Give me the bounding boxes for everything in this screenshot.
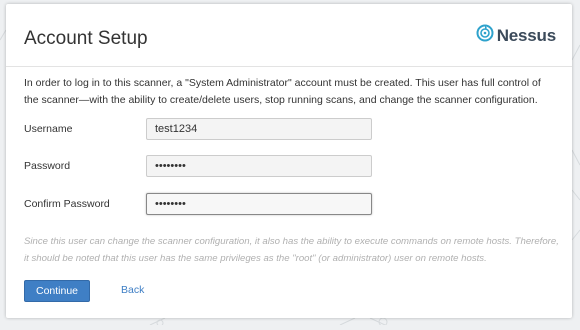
page-title: Account Setup: [24, 28, 148, 49]
confirm-password-input[interactable]: [146, 193, 372, 215]
confirm-password-label: Confirm Password: [24, 198, 110, 210]
username-input[interactable]: [146, 118, 372, 140]
username-row: Username: [24, 118, 374, 142]
privilege-note: Since this user can change the scanner c…: [24, 236, 559, 264]
back-link[interactable]: Back: [121, 284, 144, 296]
password-label: Password: [24, 160, 71, 172]
intro-text: In order to log in to this scanner, a "S…: [24, 77, 541, 106]
dialog-header: Account Setup Nessus: [6, 4, 572, 67]
username-label: Username: [24, 123, 73, 135]
account-setup-dialog: Account Setup Nessus In order to log in …: [6, 4, 572, 318]
continue-button[interactable]: Continue: [24, 280, 90, 302]
password-input[interactable]: [146, 155, 372, 177]
nessus-logo: Nessus: [476, 24, 556, 47]
confirm-password-row: Confirm Password: [24, 193, 374, 217]
nessus-logo-icon: [476, 24, 494, 47]
nessus-logo-text: Nessus: [496, 25, 556, 45]
password-row: Password: [24, 155, 374, 179]
